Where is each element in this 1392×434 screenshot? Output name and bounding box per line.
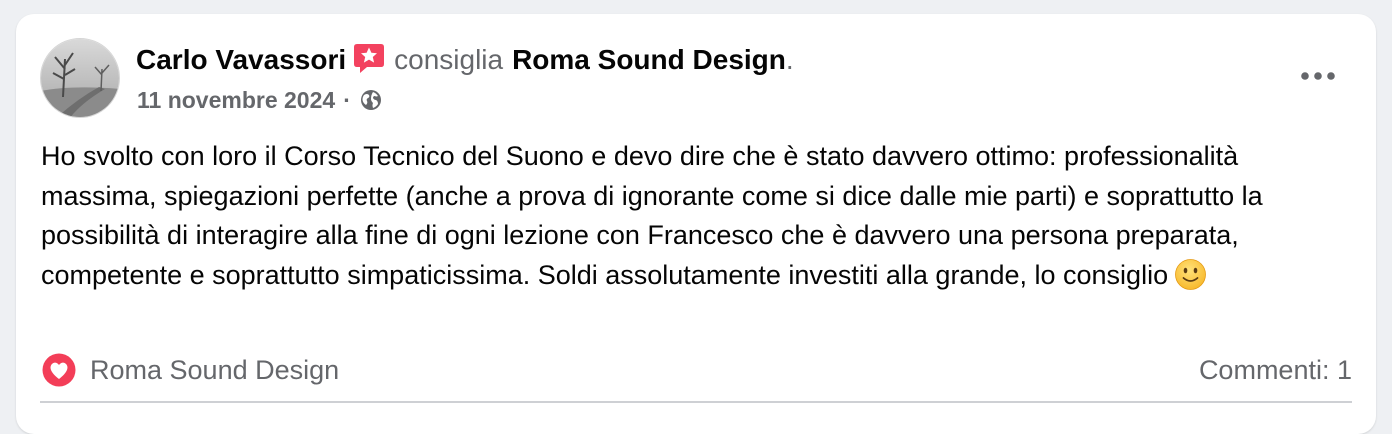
page-name-link[interactable]: Roma Sound Design — [512, 44, 786, 76]
post-meta: 11 novembre 2024 · — [137, 84, 383, 116]
review-text-block: Ho svolto con loro il Corso Tecnico del … — [41, 137, 1359, 295]
smiling-face-emoji — [1174, 258, 1207, 291]
comments-count-link[interactable]: Commenti: 1 — [1199, 355, 1352, 386]
footer-divider — [40, 401, 1352, 403]
meta-separator: · — [343, 86, 351, 113]
avatar-photo — [41, 39, 119, 117]
reaction-page-name: Roma Sound Design — [90, 354, 340, 385]
more-options-button[interactable] — [1288, 58, 1348, 94]
love-reaction-icon — [40, 351, 78, 389]
review-card: Carlo Vavassori consiglia Roma Sound Des… — [16, 14, 1376, 434]
review-text: Ho svolto con loro il Corso Tecnico del … — [41, 141, 1263, 290]
more-options-icon — [1301, 72, 1335, 80]
recommend-star-icon — [352, 41, 386, 75]
author-name[interactable]: Carlo Vavassori — [136, 44, 346, 76]
post-date[interactable]: 11 novembre 2024 — [137, 87, 335, 114]
header-period: . — [785, 44, 794, 75]
globe-icon[interactable] — [359, 88, 383, 112]
reactions-summary[interactable]: Roma Sound Design — [40, 351, 339, 389]
post-footer: Roma Sound Design Commenti: 1 — [40, 348, 1352, 392]
recommend-verb: consiglia — [394, 44, 504, 75]
post-header: Carlo Vavassori consiglia Roma Sound Des… — [136, 40, 794, 80]
avatar[interactable] — [40, 38, 120, 118]
